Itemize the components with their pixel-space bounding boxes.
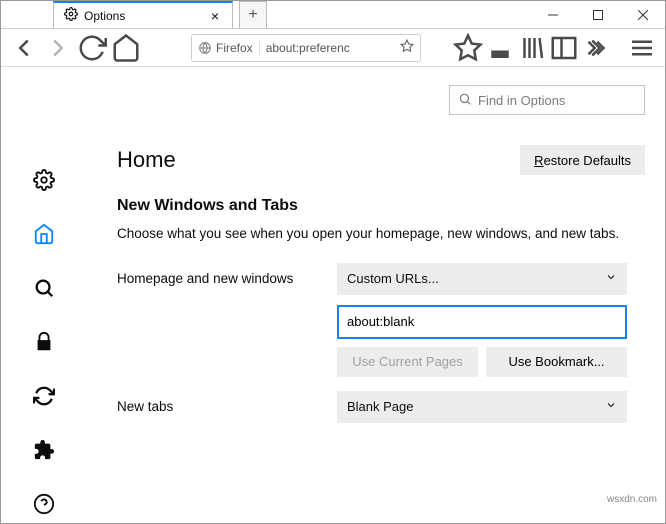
toolbar-right <box>453 33 657 63</box>
page-title: Home <box>117 147 176 173</box>
downloads-icon[interactable] <box>485 33 515 63</box>
gear-icon <box>64 7 78 24</box>
newtabs-select-value: Blank Page <box>347 399 414 414</box>
newtabs-label: New tabs <box>117 399 337 414</box>
use-current-pages-button[interactable]: Use Current Pages <box>337 347 478 377</box>
category-search[interactable] <box>24 269 64 307</box>
category-support[interactable] <box>24 485 64 523</box>
new-tab-button[interactable]: + <box>239 1 267 28</box>
chevron-down-icon <box>605 271 617 286</box>
chevron-down-icon <box>605 399 617 414</box>
forward-button[interactable] <box>43 33 73 63</box>
home-button[interactable] <box>111 33 141 63</box>
homepage-url-input[interactable] <box>337 305 627 339</box>
tab-label: Options <box>84 9 202 23</box>
tab-strip: Options × + <box>1 1 530 28</box>
url-bar[interactable]: Firefox about:preferenc <box>191 34 421 62</box>
homepage-url-row: Use Current Pages Use Bookmark... <box>117 305 645 377</box>
identity-box[interactable]: Firefox <box>198 41 260 55</box>
pocket-icon[interactable] <box>453 33 483 63</box>
section-description: Choose what you see when you open your h… <box>117 223 637 245</box>
category-sidebar <box>1 67 87 523</box>
category-general[interactable] <box>24 161 64 199</box>
url-text[interactable]: about:preferenc <box>266 41 394 55</box>
homepage-select-value: Custom URLs... <box>347 271 439 286</box>
newtabs-row: New tabs Blank Page <box>117 391 645 423</box>
find-in-options[interactable]: Find in Options <box>449 85 645 115</box>
reload-button[interactable] <box>77 33 107 63</box>
window-controls <box>530 1 665 28</box>
use-bookmark-button[interactable]: Use Bookmark... <box>486 347 627 377</box>
maximize-button[interactable] <box>575 1 620 29</box>
app-menu-button[interactable] <box>627 33 657 63</box>
category-privacy[interactable] <box>24 323 64 361</box>
preferences-content: Find in Options Home Restore Defaults Ne… <box>1 67 665 523</box>
tab-options[interactable]: Options × <box>53 1 233 28</box>
minimize-button[interactable] <box>530 1 575 29</box>
homepage-row: Homepage and new windows Custom URLs... <box>117 263 645 295</box>
close-window-button[interactable] <box>620 1 665 29</box>
nav-toolbar: Firefox about:preferenc <box>1 29 665 67</box>
overflow-icon[interactable] <box>581 33 611 63</box>
watermark: wsxdn.com <box>607 494 657 505</box>
bookmark-star-icon[interactable] <box>400 39 414 56</box>
newtabs-select[interactable]: Blank Page <box>337 391 627 423</box>
section-title: New Windows and Tabs <box>117 197 645 215</box>
category-extensions[interactable] <box>24 431 64 469</box>
identity-label: Firefox <box>216 41 253 55</box>
search-icon <box>458 92 472 109</box>
category-home[interactable] <box>24 215 64 253</box>
titlebar: Options × + <box>1 1 665 29</box>
sidebar-toggle-icon[interactable] <box>549 33 579 63</box>
main-panel: Find in Options Home Restore Defaults Ne… <box>87 67 665 523</box>
restore-defaults-button[interactable]: Restore Defaults <box>520 145 645 175</box>
back-button[interactable] <box>9 33 39 63</box>
close-tab-icon[interactable]: × <box>208 9 222 23</box>
homepage-label: Homepage and new windows <box>117 271 337 286</box>
library-icon[interactable] <box>517 33 547 63</box>
homepage-select[interactable]: Custom URLs... <box>337 263 627 295</box>
category-sync[interactable] <box>24 377 64 415</box>
search-placeholder: Find in Options <box>478 93 565 108</box>
